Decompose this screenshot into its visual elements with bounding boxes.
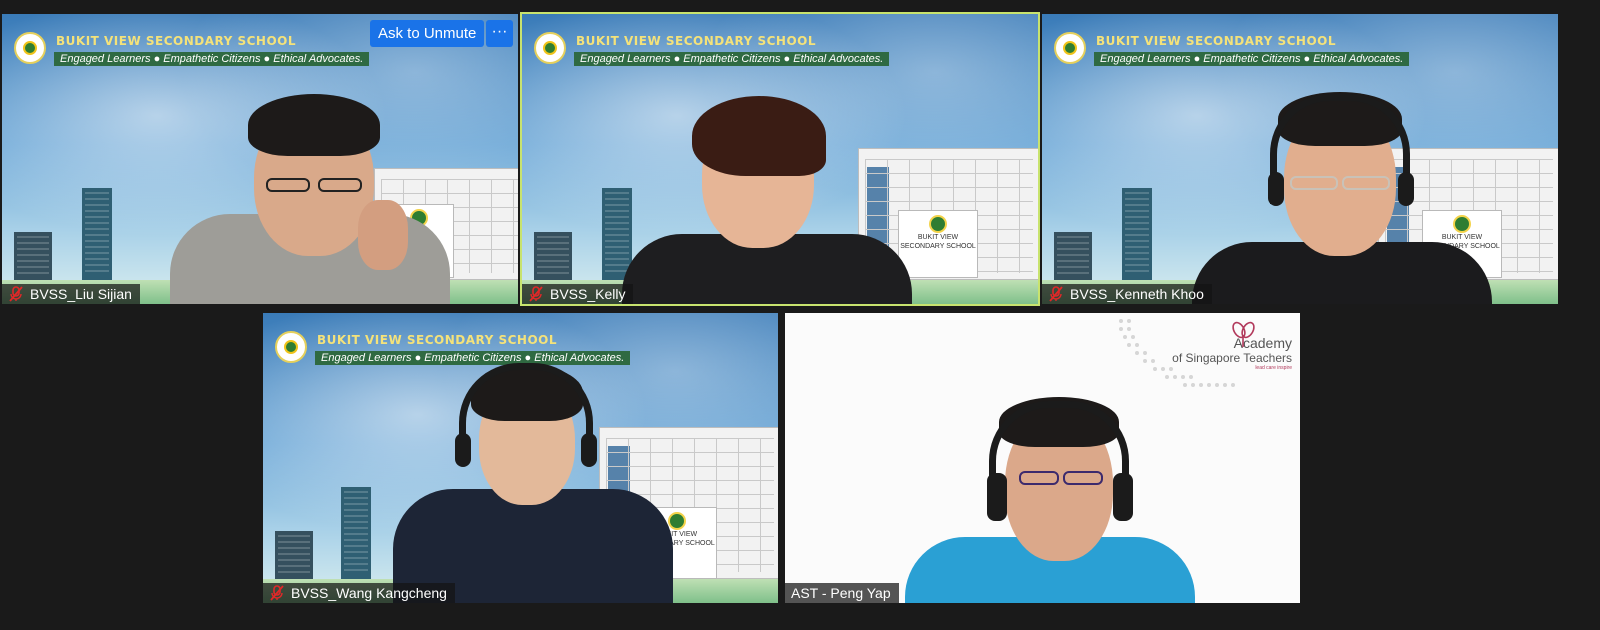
school-name: BUKIT VIEW SECONDARY SCHOOL: [56, 34, 297, 48]
participant-name: BVSS_Kenneth Khoo: [1070, 286, 1204, 302]
background-tower: [534, 232, 572, 280]
participant-name: BVSS_Liu Sijian: [30, 286, 132, 302]
participant-name-label: AST - Peng Yap: [785, 583, 899, 603]
video-tile-peng-yap[interactable]: Academy of Singapore Teachers lead care …: [785, 313, 1300, 603]
school-name: BUKIT VIEW SECONDARY SCHOOL: [1096, 34, 1337, 48]
school-logo-icon: [1054, 32, 1086, 64]
flower-logo-icon: [1232, 321, 1255, 347]
mic-muted-icon: [269, 585, 285, 601]
participant-video: [622, 94, 922, 304]
mic-muted-icon: [8, 286, 24, 302]
background-tower: [14, 232, 52, 280]
background-tower: [1122, 188, 1152, 280]
participant-video: [383, 359, 683, 603]
background-tower: [1054, 232, 1092, 280]
school-motto: Engaged Learners ● Empathetic Citizens ●…: [574, 52, 890, 66]
school-name: BUKIT VIEW SECONDARY SCHOOL: [576, 34, 817, 48]
ast-logo: Academy of Singapore Teachers lead care …: [1172, 321, 1292, 371]
participant-video: [1192, 92, 1492, 304]
school-logo-icon: [14, 32, 46, 64]
ast-logo-tagline: lead care inspire: [1255, 365, 1292, 371]
school-name: BUKIT VIEW SECONDARY SCHOOL: [317, 333, 558, 347]
mic-muted-icon: [528, 286, 544, 302]
school-logo-icon: [275, 331, 307, 363]
background-tower: [275, 531, 313, 579]
participant-name-label: BVSS_Wang Kangcheng: [263, 583, 455, 603]
participant-name-label: BVSS_Kenneth Khoo: [1042, 284, 1212, 304]
participant-video: [895, 397, 1195, 603]
participant-name: BVSS_Kelly: [550, 286, 626, 302]
ast-logo-line2: of Singapore Teachers: [1172, 351, 1292, 365]
background-tower: [341, 487, 371, 579]
video-tile-liu-sijian[interactable]: BUKIT VIEW SECONDARY SCHOOL Engaged Lear…: [2, 14, 518, 304]
mic-muted-icon: [1048, 286, 1064, 302]
video-tile-kenneth-khoo[interactable]: BUKIT VIEW SECONDARY SCHOOL BUKIT VIEW S…: [1042, 14, 1558, 304]
video-tile-wang-kangcheng[interactable]: BUKIT VIEW SECONDARY SCHOOL BUKIT VIEW S…: [263, 313, 778, 603]
ask-to-unmute-button[interactable]: Ask to Unmute: [370, 20, 485, 47]
video-tile-kelly[interactable]: BUKIT VIEW SECONDARY SCHOOL BUKIT VIEW S…: [520, 12, 1040, 306]
more-options-button[interactable]: ···: [486, 20, 513, 47]
participant-name: BVSS_Wang Kangcheng: [291, 585, 447, 601]
school-logo-icon: [534, 32, 566, 64]
participant-name-label: BVSS_Liu Sijian: [2, 284, 140, 304]
participant-name: AST - Peng Yap: [791, 585, 891, 601]
school-motto: Engaged Learners ● Empathetic Citizens ●…: [1094, 52, 1410, 66]
background-tower: [82, 188, 112, 280]
participant-name-label: BVSS_Kelly: [522, 284, 634, 304]
participant-video: [162, 94, 462, 304]
school-motto: Engaged Learners ● Empathetic Citizens ●…: [54, 52, 370, 66]
